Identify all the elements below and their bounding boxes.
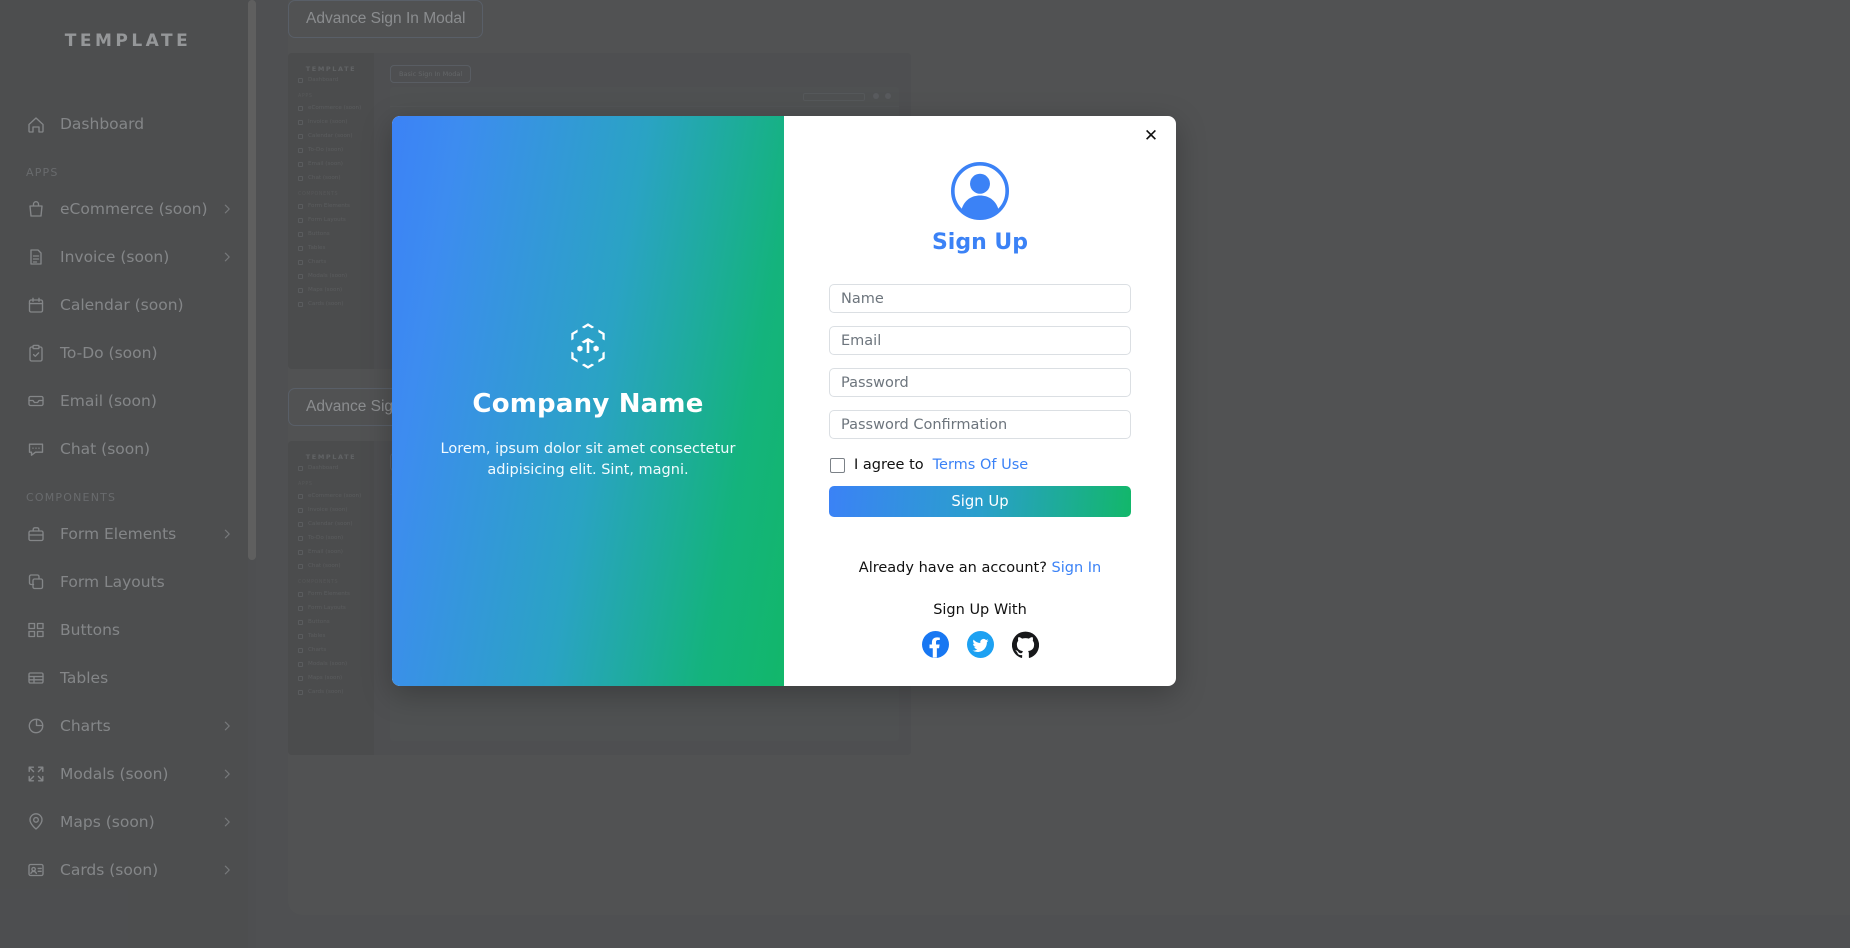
modal-form-panel: ✕ Sign Up I agree to Terms Of Use	[784, 116, 1176, 686]
github-icon[interactable]	[1011, 631, 1039, 658]
modal-brand-panel: Company Name Lorem, ipsum dolor sit amet…	[392, 116, 784, 686]
sign-up-button[interactable]: Sign Up	[829, 486, 1131, 517]
name-field[interactable]	[829, 284, 1131, 313]
page-title: Sign Up	[931, 230, 1029, 255]
password-field[interactable]	[829, 368, 1131, 397]
email-field[interactable]	[829, 326, 1131, 355]
password-confirmation-field[interactable]	[829, 410, 1131, 439]
app-root: TEMPLATE Dashboard APPSeCommerce (soon)I…	[0, 0, 1850, 948]
sign-in-link[interactable]: Sign In	[1052, 560, 1102, 576]
company-description: Lorem, ipsum dolor sit amet consectetur …	[440, 440, 736, 478]
cube-node-logo-icon	[565, 321, 611, 371]
already-have-account-label: Already have an account?	[858, 560, 1047, 576]
agree-row: I agree to Terms Of Use	[830, 457, 1131, 473]
twitter-icon[interactable]	[966, 631, 994, 658]
social-title: Sign Up With	[933, 602, 1027, 618]
company-name: Company Name	[472, 388, 704, 419]
facebook-icon[interactable]	[921, 631, 949, 658]
agree-checkbox[interactable]	[830, 457, 845, 473]
terms-of-use-link[interactable]: Terms Of Use	[933, 457, 1029, 473]
user-avatar-icon	[951, 162, 1009, 220]
advance-sign-up-modal: Company Name Lorem, ipsum dolor sit amet…	[392, 116, 1176, 686]
signup-form: I agree to Terms Of Use Sign Up	[829, 284, 1131, 517]
agree-label: I agree to	[854, 457, 924, 473]
social-buttons	[921, 631, 1039, 658]
already-have-account-row: Already have an account? Sign In	[859, 560, 1101, 576]
close-icon[interactable]: ✕	[1138, 123, 1164, 149]
